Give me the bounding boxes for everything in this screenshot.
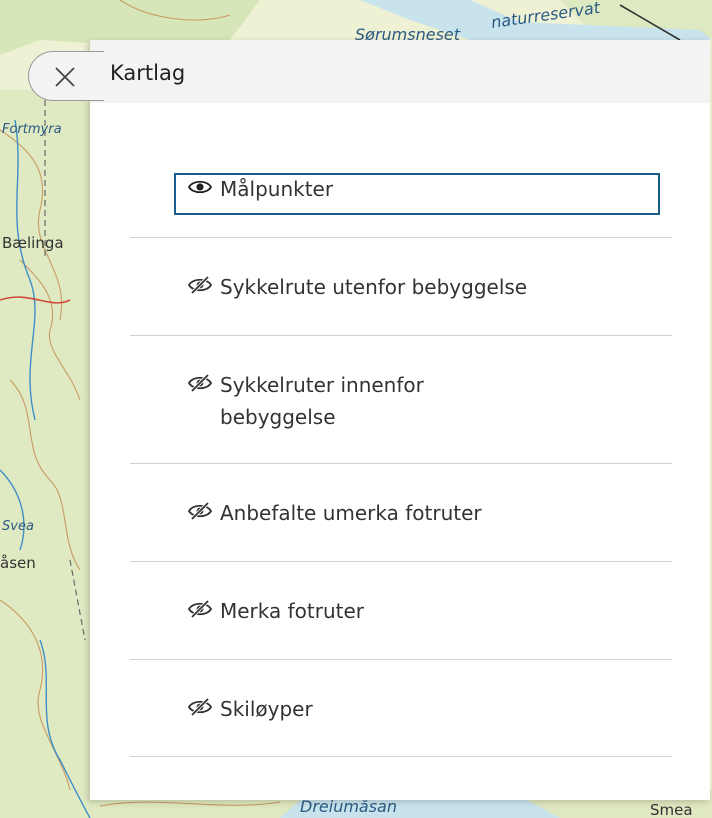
layer-label: Skiløyper: [220, 697, 313, 721]
layer-list: Målpunkter Sykkelrute utenfor bebyggelse: [130, 140, 672, 757]
layer-item-merka-fotruter[interactable]: Merka fotruter: [130, 562, 672, 660]
layer-item-skiloyper[interactable]: Skiløyper: [130, 660, 672, 757]
layer-label: Anbefalte umerka fotruter: [220, 501, 482, 525]
layer-label: Merka fotruter: [220, 599, 365, 623]
layer-panel: Kartlag Målpunkter Sykkelrute utenfor be…: [90, 40, 710, 800]
layer-label: Sykkelruter innenfor bebyggelse: [220, 373, 424, 429]
map-label-svea: Svea: [2, 519, 34, 534]
map-label-asen: åsen: [0, 554, 36, 572]
layer-item-anbefalte-umerka[interactable]: Anbefalte umerka fotruter: [130, 464, 672, 562]
eye-icon: [187, 178, 220, 202]
eye-slash-icon: [187, 501, 220, 526]
layer-label: Sykkelrute utenfor bebyggelse: [220, 275, 528, 299]
close-button[interactable]: [28, 51, 104, 101]
panel-title: Kartlag: [110, 61, 186, 85]
layer-label: Målpunkter: [220, 177, 334, 201]
layer-item-sykkelrute-utenfor[interactable]: Sykkelrute utenfor bebyggelse: [130, 238, 672, 336]
close-icon: [55, 67, 75, 87]
map-label-baelinga: Bælinga: [2, 234, 64, 252]
eye-slash-icon: [187, 373, 220, 398]
eye-slash-icon: [187, 275, 220, 300]
map-label-smea: Smea: [650, 801, 693, 818]
eye-slash-icon: [187, 599, 220, 624]
eye-slash-icon: [187, 697, 220, 722]
layer-item-malpunkter[interactable]: Målpunkter: [130, 140, 672, 238]
layer-item-sykkelruter-innenfor[interactable]: Sykkelruter innenfor bebyggelse: [130, 336, 672, 464]
panel-header: Kartlag: [90, 40, 710, 103]
map-label-fortmyra: Fortmyra: [2, 122, 62, 137]
